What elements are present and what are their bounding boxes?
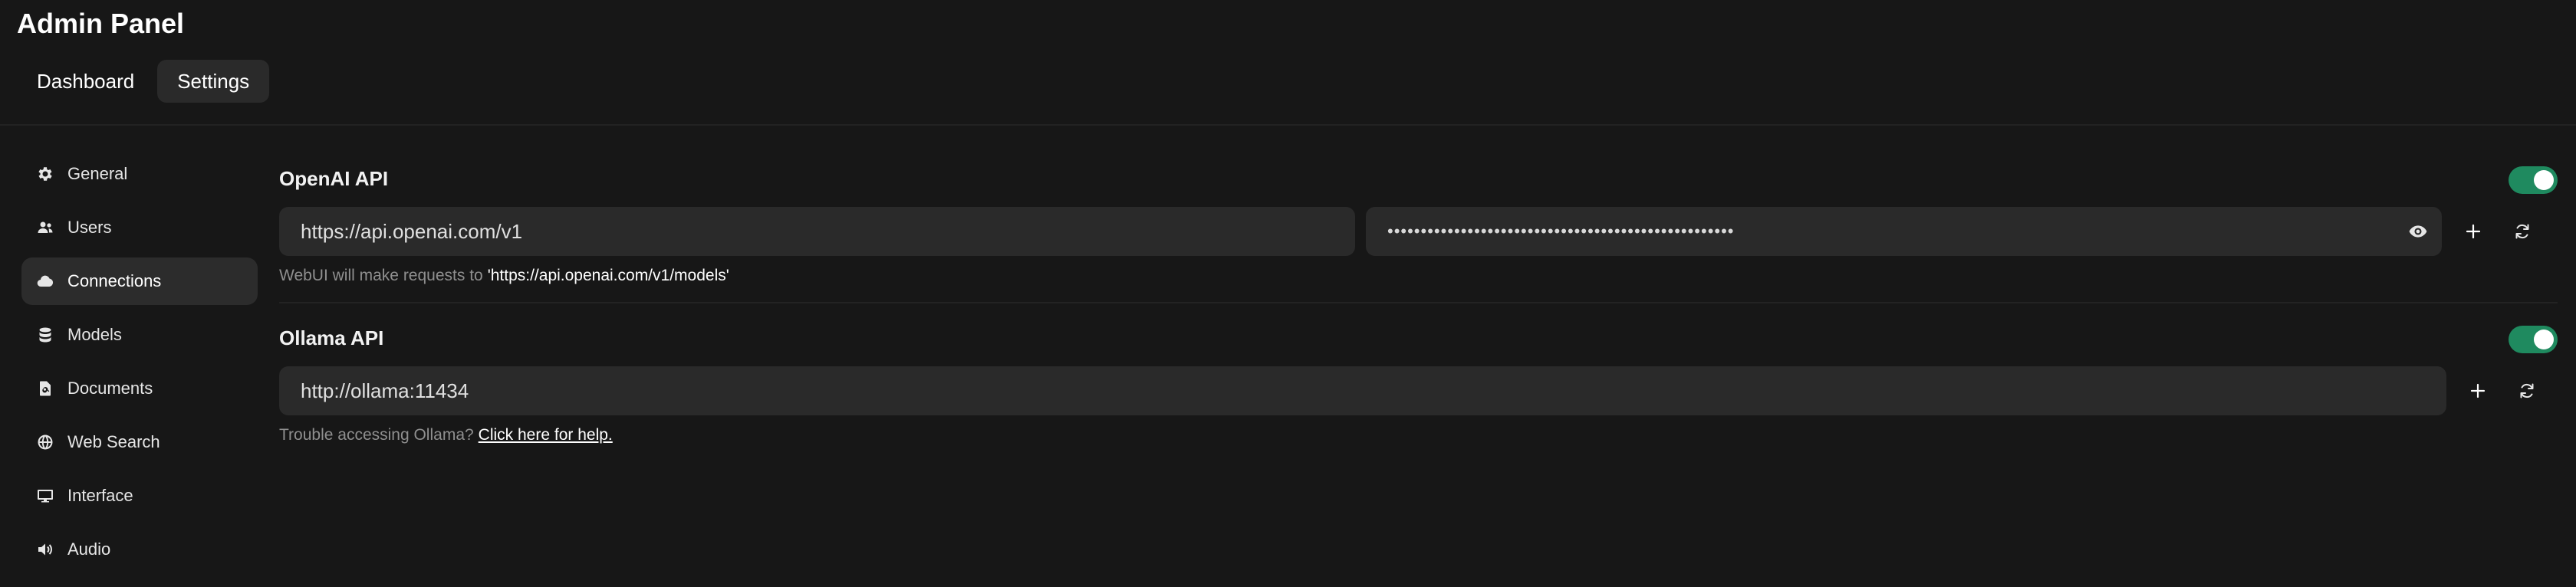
refresh-ollama-button[interactable] — [2509, 373, 2545, 408]
sidebar-item-interface[interactable]: Interface — [21, 472, 258, 520]
document-icon — [35, 379, 55, 398]
ollama-section: Ollama API http://ollama:11434 Trouble a… — [279, 310, 2558, 449]
section-divider — [279, 302, 2558, 303]
sidebar-item-label: Models — [67, 325, 122, 344]
sidebar-item-label: Web Search — [67, 432, 160, 451]
tab-settings[interactable]: Settings — [157, 60, 270, 103]
top-tabs: Dashboard Settings — [17, 60, 270, 103]
cloud-icon — [35, 271, 55, 291]
plus-icon — [2470, 383, 2486, 398]
openai-models-url: 'https://api.openai.com/v1/models' — [487, 267, 729, 284]
sidebar-item-models[interactable]: Models — [21, 311, 258, 359]
sidebar-item-label: Audio — [67, 539, 111, 559]
openai-url-input[interactable]: https://api.openai.com/v1 — [279, 207, 1355, 256]
openai-key-input[interactable]: ••••••••••••••••••••••••••••••••••••••••… — [1366, 207, 2442, 256]
sidebar-item-label: Connections — [67, 271, 162, 290]
users-icon — [35, 218, 55, 238]
sidebar-item-label: Interface — [67, 486, 133, 505]
sidebar-item-label: General — [67, 164, 128, 183]
toggle-knob — [2534, 170, 2554, 190]
monitor-icon — [35, 486, 55, 506]
sidebar-item-label: Documents — [67, 379, 153, 398]
toggle-knob — [2534, 330, 2554, 349]
sidebar-item-audio[interactable]: Audio — [21, 526, 258, 573]
plus-icon — [2466, 224, 2481, 239]
globe-icon — [35, 432, 55, 452]
eye-icon[interactable] — [2408, 221, 2428, 241]
sidebar-item-web-search[interactable]: Web Search — [21, 418, 258, 466]
openai-section-title: OpenAI API — [279, 166, 389, 190]
header-divider — [0, 124, 2576, 126]
connections-panel: OpenAI API https://api.openai.com/v1 •••… — [279, 150, 2558, 449]
gear-icon — [35, 164, 55, 184]
ollama-input-row: http://ollama:11434 — [279, 366, 2558, 415]
ollama-help-prefix: Trouble accessing Ollama? — [279, 426, 474, 444]
sidebar-item-label: Users — [67, 218, 112, 237]
ollama-enable-toggle[interactable] — [2509, 326, 2558, 353]
page-title: Admin Panel — [17, 8, 185, 39]
sidebar-item-users[interactable]: Users — [21, 204, 258, 251]
ollama-help-link[interactable]: Click here for help. — [479, 426, 613, 444]
openai-section: OpenAI API https://api.openai.com/v1 •••… — [279, 150, 2558, 290]
tab-dashboard[interactable]: Dashboard — [17, 60, 154, 103]
database-icon — [35, 325, 55, 345]
refresh-icon — [2515, 224, 2529, 239]
openai-help-text: WebUI will make requests to 'https://api… — [279, 262, 2558, 290]
add-openai-connection-button[interactable] — [2456, 214, 2491, 249]
ollama-url-input[interactable]: http://ollama:11434 — [279, 366, 2446, 415]
settings-sidebar: General Users Connections Models Documen… — [21, 150, 258, 579]
api-key-masked: ••••••••••••••••••••••••••••••••••••••••… — [1387, 221, 1735, 241]
openai-help-prefix: WebUI will make requests to — [279, 267, 483, 284]
refresh-icon — [2520, 383, 2534, 398]
ollama-section-title: Ollama API — [279, 326, 384, 349]
sidebar-item-documents[interactable]: Documents — [21, 365, 258, 412]
refresh-openai-button[interactable] — [2505, 214, 2540, 249]
speaker-icon — [35, 539, 55, 559]
ollama-help-text: Trouble accessing Ollama? Click here for… — [279, 421, 2558, 449]
sidebar-item-general[interactable]: General — [21, 150, 258, 198]
add-ollama-connection-button[interactable] — [2460, 373, 2495, 408]
openai-enable-toggle[interactable] — [2509, 166, 2558, 194]
openai-input-row: https://api.openai.com/v1 ••••••••••••••… — [279, 207, 2558, 256]
sidebar-item-connections[interactable]: Connections — [21, 257, 258, 305]
